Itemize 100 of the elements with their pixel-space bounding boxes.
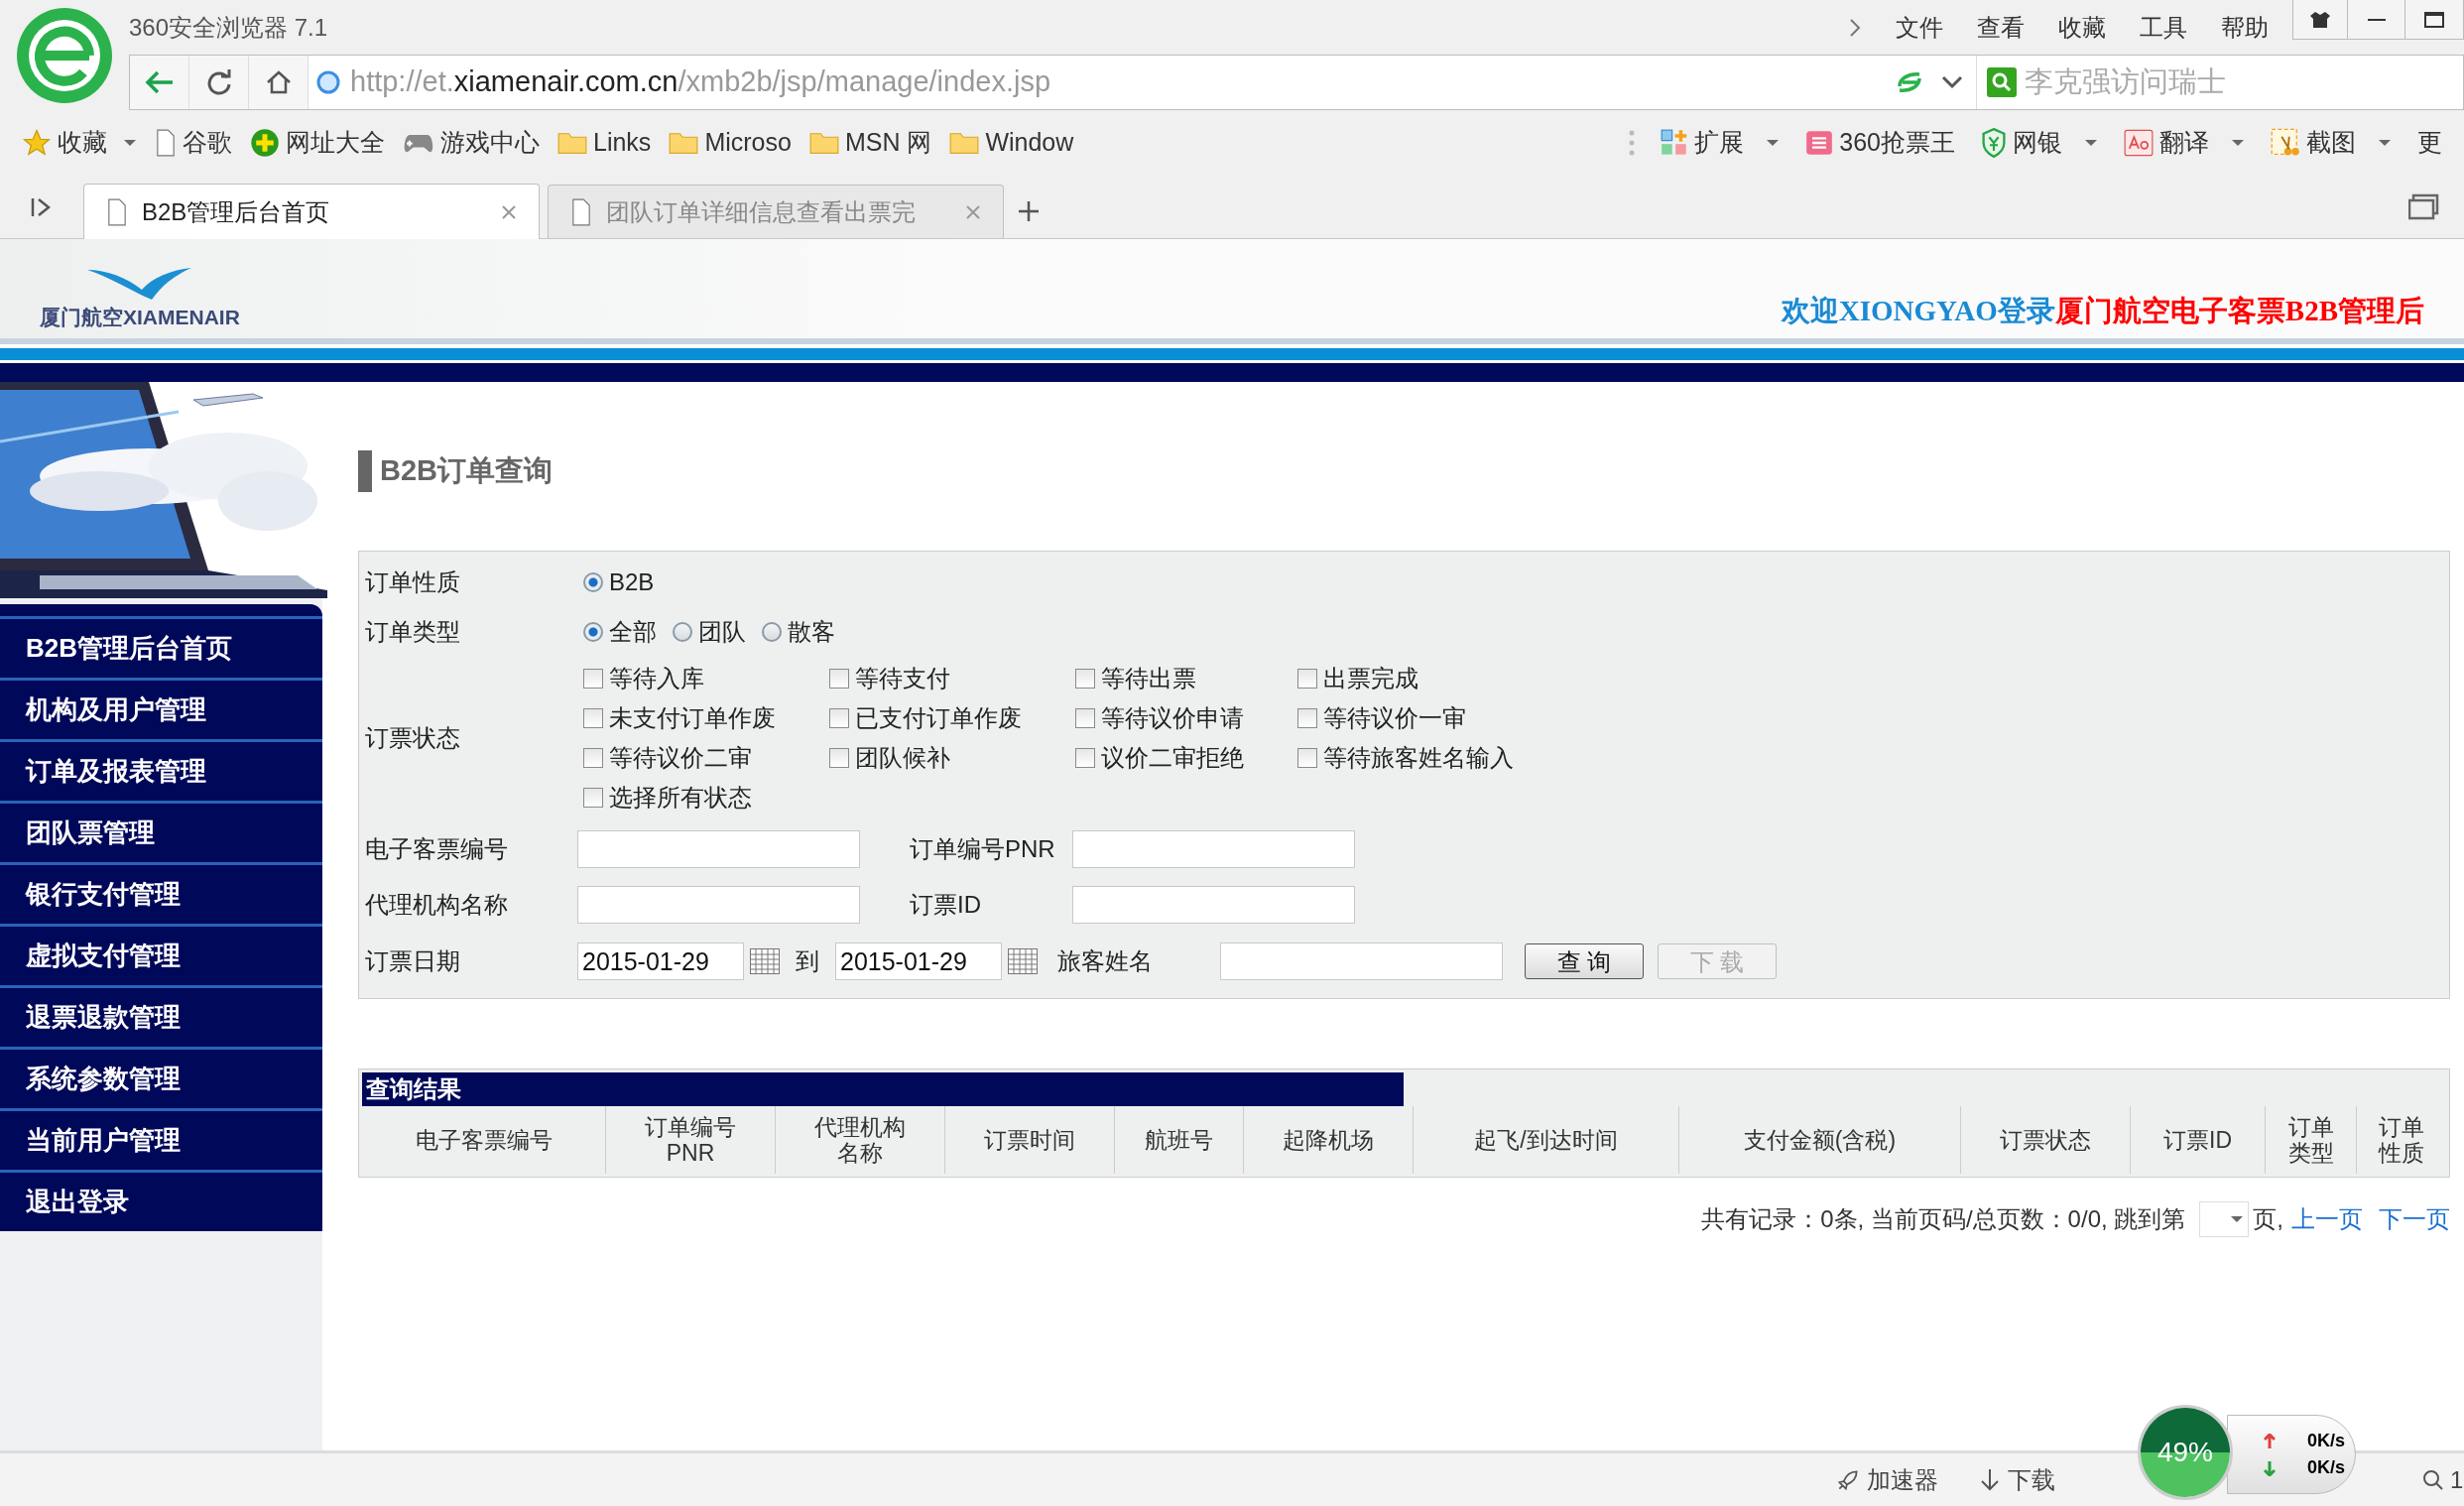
option-label: 团队: [698, 617, 746, 647]
results-title: 查询结果: [362, 1072, 1404, 1106]
option-label: 等待议价一审: [1323, 703, 1466, 733]
checkbox[interactable]: [1075, 748, 1095, 768]
date-field[interactable]: 2015-01-29: [835, 942, 1002, 980]
column-header: 起飞/到达时间: [1474, 1127, 1618, 1153]
checkbox[interactable]: [1297, 669, 1317, 689]
bookmark[interactable]: Window: [949, 124, 1074, 162]
window-title: 360安全浏览器 7.1: [129, 12, 328, 43]
new-tab-icon[interactable]: [1018, 200, 1040, 222]
option-label: B2B: [609, 567, 655, 597]
tab-list-icon[interactable]: [2408, 192, 2440, 221]
date-field[interactable]: 2015-01-29: [577, 942, 744, 980]
bookmark[interactable]: 游戏中心: [403, 124, 540, 162]
checkbox[interactable]: [1297, 748, 1317, 768]
text-field[interactable]: [1072, 830, 1355, 868]
close-icon[interactable]: [501, 203, 517, 220]
search-icon[interactable]: [2422, 1468, 2444, 1491]
radio-button[interactable]: [762, 622, 782, 642]
nav-item[interactable]: 机构及用户管理: [0, 678, 322, 739]
column-header: 起降机场: [1283, 1127, 1374, 1153]
menu-item[interactable]: 文件: [1896, 9, 1943, 46]
extension-button[interactable]: 更: [2417, 124, 2442, 162]
nav-item[interactable]: 虚拟支付管理: [0, 924, 322, 985]
folder-icon: [808, 131, 839, 155]
text-field[interactable]: [577, 886, 860, 924]
caret-icon: [2378, 138, 2392, 148]
caret-icon: [2231, 138, 2245, 148]
nav-item[interactable]: B2B管理后台首页: [0, 616, 322, 678]
bookmark[interactable]: Links: [557, 124, 652, 162]
bookmark[interactable]: MSN 网: [808, 124, 932, 162]
page-icon: [570, 197, 592, 226]
browser-tab[interactable]: B2B管理后台首页: [83, 184, 540, 239]
column-header: 订票时间: [984, 1127, 1075, 1153]
checkbox[interactable]: [829, 708, 849, 728]
nav-item[interactable]: 订单及报表管理: [0, 739, 322, 801]
checkbox[interactable]: [1297, 708, 1317, 728]
nav-item[interactable]: 当前用户管理: [0, 1108, 322, 1170]
nav-item[interactable]: 退票退款管理: [0, 985, 322, 1047]
extension-button[interactable]: 截图: [2271, 124, 2392, 162]
option-label: 团队候补: [855, 743, 950, 773]
option-label: 等待出票: [1101, 664, 1196, 693]
checkbox[interactable]: [1075, 708, 1095, 728]
extension-button[interactable]: 网银: [1981, 124, 2098, 162]
column-header: 代理机构名称: [813, 1114, 907, 1166]
checkbox[interactable]: [829, 669, 849, 689]
status-item[interactable]: 加速器: [1835, 1461, 1938, 1498]
download-speed: 0K/s: [2306, 1456, 2345, 1479]
option-label: 全部: [609, 617, 657, 647]
bookmark[interactable]: 收藏: [22, 124, 137, 162]
zoom-level[interactable]: 1: [2450, 1461, 2464, 1498]
close-icon[interactable]: [965, 203, 981, 220]
option-label: 已支付订单作废: [855, 703, 1022, 733]
nav-item[interactable]: 退出登录: [0, 1170, 322, 1231]
nav-item[interactable]: 系统参数管理: [0, 1047, 322, 1108]
folder-icon: [669, 131, 699, 155]
extension-button[interactable]: 翻译: [2124, 124, 2245, 162]
menu-item[interactable]: 帮助: [2221, 9, 2269, 46]
checkbox[interactable]: [1075, 669, 1095, 689]
prev-page-link[interactable]: 上一页: [2291, 1201, 2363, 1237]
caret-icon: [2084, 138, 2098, 148]
checkbox[interactable]: [583, 669, 603, 689]
extension-button[interactable]: 360抢票王: [1805, 124, 1955, 162]
upload-speed: 0K/s: [2306, 1430, 2345, 1452]
nav-item[interactable]: 银行支付管理: [0, 862, 322, 924]
option-label: 议价二审拒绝: [1101, 743, 1244, 773]
checkbox[interactable]: [583, 708, 603, 728]
calendar-icon[interactable]: [750, 948, 780, 974]
bookmark[interactable]: Microso: [669, 124, 792, 162]
radio-button[interactable]: [583, 622, 603, 642]
page-icon: [155, 129, 177, 157]
browser-logo-icon: [15, 5, 114, 105]
shield-icon: [1981, 128, 2007, 158]
memory-gauge[interactable]: 49%: [2138, 1405, 2233, 1500]
search-button[interactable]: 查 询: [1525, 943, 1644, 979]
menu-item[interactable]: 收藏: [2058, 9, 2106, 46]
checkbox[interactable]: [829, 748, 849, 768]
menu-item[interactable]: 工具: [2140, 9, 2187, 46]
next-page-link[interactable]: 下一页: [2379, 1201, 2450, 1237]
ticket-icon: [1805, 129, 1834, 157]
page-icon: [106, 197, 128, 226]
radio-button[interactable]: [583, 572, 603, 592]
radio-button[interactable]: [673, 622, 692, 642]
bookmark[interactable]: 谷歌: [155, 124, 232, 162]
checkbox[interactable]: [583, 748, 603, 768]
field-label: 订票日期: [365, 946, 461, 976]
extension-button[interactable]: 扩展: [1661, 124, 1781, 162]
nav-item[interactable]: 团队票管理: [0, 801, 322, 862]
calendar-icon[interactable]: [1008, 948, 1038, 974]
option-label: 出票完成: [1323, 664, 1418, 693]
menu-item[interactable]: 查看: [1977, 9, 2025, 46]
text-field[interactable]: [1072, 886, 1355, 924]
text-field[interactable]: [577, 830, 860, 868]
text-field[interactable]: [1220, 942, 1503, 980]
checkbox[interactable]: [583, 788, 603, 808]
column-header: 航班号: [1145, 1127, 1213, 1153]
status-item[interactable]: 下载: [1978, 1461, 2055, 1498]
bookmark[interactable]: 网址大全: [250, 124, 385, 162]
chevron-right-icon[interactable]: [1848, 16, 1862, 39]
page-dropdown[interactable]: [2199, 1201, 2250, 1237]
